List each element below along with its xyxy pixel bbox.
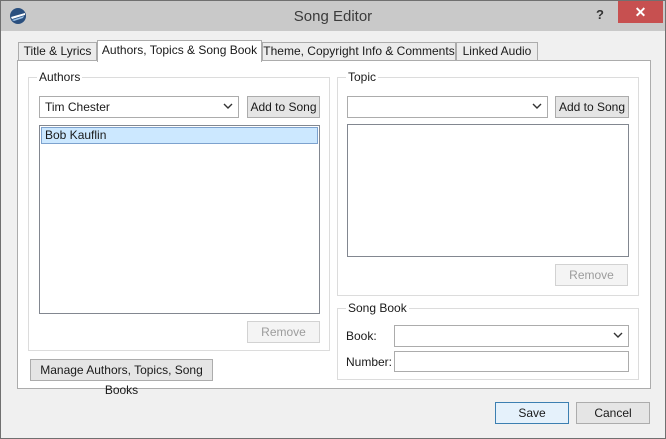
songbook-group: Song Book Book: Number: bbox=[337, 301, 639, 380]
author-select-value: Tim Chester bbox=[45, 100, 110, 114]
tab-bar: Title & Lyrics Authors, Topics & Song Bo… bbox=[1, 31, 665, 62]
title-bar[interactable]: Song Editor ? ✕ bbox=[1, 1, 665, 31]
topic-group: Topic Add to Song Remove bbox=[337, 70, 639, 296]
add-author-button[interactable]: Add to Song bbox=[247, 96, 320, 118]
list-item[interactable]: Bob Kauflin bbox=[41, 127, 318, 144]
songbook-group-title: Song Book bbox=[346, 301, 409, 315]
help-button[interactable]: ? bbox=[590, 6, 610, 24]
manage-authors-topics-songbooks-button[interactable]: Manage Authors, Topics, Song Books bbox=[30, 359, 213, 397]
number-label: Number: bbox=[346, 355, 393, 369]
authors-group: Authors Tim Chester Add to Song Bob Kauf… bbox=[28, 70, 330, 351]
tab-title-lyrics[interactable]: Title & Lyrics bbox=[18, 42, 97, 60]
chevron-down-icon bbox=[532, 103, 542, 109]
window-title: Song Editor bbox=[293, 8, 373, 25]
topics-list[interactable] bbox=[347, 124, 629, 257]
tab-authors-topics-songbook[interactable]: Authors, Topics & Song Book bbox=[97, 40, 262, 62]
add-topic-button[interactable]: Add to Song bbox=[555, 96, 629, 118]
remove-author-button[interactable]: Remove bbox=[247, 321, 320, 343]
author-select[interactable]: Tim Chester bbox=[39, 96, 239, 118]
book-label: Book: bbox=[346, 329, 377, 343]
close-button[interactable]: ✕ bbox=[618, 1, 663, 23]
tab-linked-audio[interactable]: Linked Audio bbox=[456, 42, 538, 60]
cancel-button[interactable]: Cancel bbox=[576, 402, 650, 424]
authors-group-title: Authors bbox=[37, 70, 83, 84]
save-button[interactable]: Save bbox=[495, 402, 569, 424]
authors-list[interactable]: Bob Kauflin bbox=[39, 125, 320, 314]
topic-group-title: Topic bbox=[346, 70, 379, 84]
tab-theme-copyright-comments[interactable]: Theme, Copyright Info & Comments bbox=[262, 42, 456, 60]
song-editor-window: Song Editor ? ✕ Title & Lyrics Authors, … bbox=[0, 0, 666, 439]
chevron-down-icon bbox=[223, 103, 233, 109]
book-select[interactable] bbox=[394, 325, 629, 347]
topic-select[interactable] bbox=[347, 96, 548, 118]
remove-topic-button[interactable]: Remove bbox=[555, 264, 628, 286]
tab-panel: Authors Tim Chester Add to Song Bob Kauf… bbox=[17, 60, 651, 397]
chevron-down-icon bbox=[613, 332, 623, 338]
number-input[interactable] bbox=[394, 351, 629, 372]
